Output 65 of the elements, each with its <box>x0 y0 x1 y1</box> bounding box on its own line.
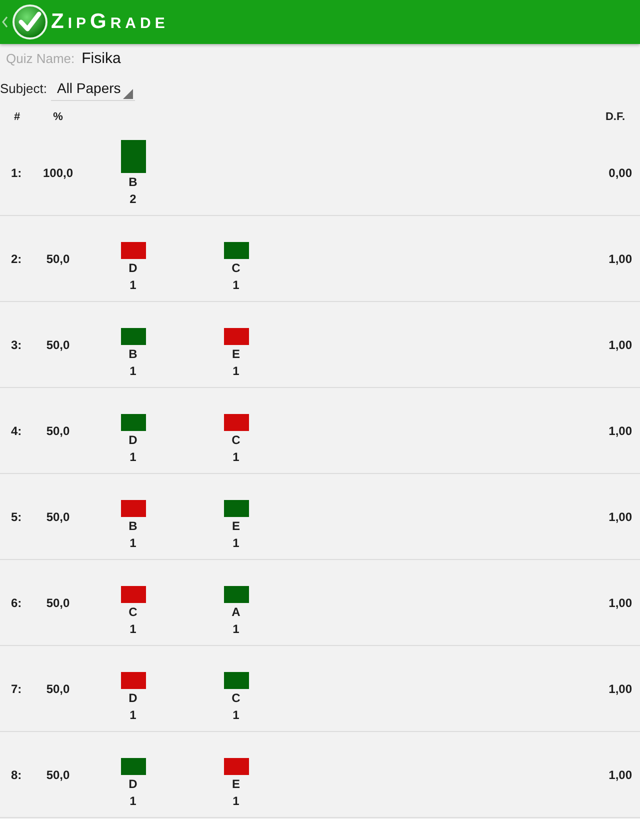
check-logo-icon <box>12 4 48 40</box>
question-number: 2: <box>11 250 23 268</box>
answer-letter: C <box>128 604 138 621</box>
percent-correct: 50,0 <box>45 766 71 784</box>
discrimination-factor: 0,00 <box>608 164 632 182</box>
answer-count: 1 <box>232 707 240 724</box>
subject-dropdown[interactable]: All Papers <box>50 77 135 101</box>
discrimination-factor: 1,00 <box>608 422 632 440</box>
percent-correct: 50,0 <box>45 336 71 354</box>
discrimination-factor: 1,00 <box>608 594 632 612</box>
answer-count: 1 <box>130 363 136 380</box>
percent-correct: 50,0 <box>45 680 71 698</box>
dropdown-corner-icon <box>122 89 133 99</box>
question-number: 6: <box>11 594 23 612</box>
subject-label: Subject: <box>0 80 47 98</box>
question-number: 1: <box>11 164 23 182</box>
answer-letter: D <box>128 690 138 707</box>
answer-letter: B <box>128 518 138 535</box>
answer-count: 1 <box>130 621 136 638</box>
answer-count: 1 <box>232 277 240 294</box>
percent-correct: 100,0 <box>42 164 74 182</box>
answer-letter: D <box>128 776 138 793</box>
column-header: % <box>52 110 64 125</box>
question-number: 8: <box>11 766 23 784</box>
question-number: 3: <box>11 336 23 354</box>
quiz-name-label: Quiz Name: <box>6 50 75 68</box>
column-header: D.F. <box>605 110 625 125</box>
question-number: 4: <box>11 422 23 440</box>
answer-count: 1 <box>130 277 136 294</box>
question-number: 5: <box>11 508 23 526</box>
column-header: # <box>12 110 22 125</box>
answer-letter: C <box>232 432 240 449</box>
answer-count: 1 <box>130 449 136 466</box>
discrimination-factor: 1,00 <box>608 250 632 268</box>
percent-correct: 50,0 <box>45 594 71 612</box>
percent-correct: 50,0 <box>45 250 71 268</box>
answer-letter: C <box>232 690 240 707</box>
answer-count: 2 <box>130 191 136 208</box>
discrimination-factor: 1,00 <box>608 680 632 698</box>
answer-count: 1 <box>232 621 240 638</box>
back-icon[interactable] <box>2 16 8 28</box>
answer-count: 1 <box>130 793 136 810</box>
answer-letter: B <box>128 174 138 191</box>
percent-correct: 50,0 <box>45 508 71 526</box>
answer-letter: D <box>128 432 138 449</box>
answer-letter: E <box>232 776 240 793</box>
answer-letter: C <box>232 260 240 277</box>
answer-count: 1 <box>232 793 240 810</box>
answer-letter: E <box>232 346 240 363</box>
answer-letter: D <box>128 260 138 277</box>
discrimination-factor: 1,00 <box>608 766 632 784</box>
question-number: 7: <box>11 680 23 698</box>
quiz-name-value: Fisika <box>82 48 121 69</box>
answer-letter: A <box>232 604 240 621</box>
discrimination-factor: 1,00 <box>608 508 632 526</box>
answer-count: 1 <box>232 363 240 380</box>
app-title: ZipGrade <box>51 9 169 36</box>
discrimination-factor: 1,00 <box>608 336 632 354</box>
answer-count: 1 <box>130 707 136 724</box>
percent-correct: 50,0 <box>45 422 71 440</box>
answer-count: 1 <box>232 449 240 466</box>
answer-count: 1 <box>232 535 240 552</box>
answer-letter: E <box>232 518 240 535</box>
answer-letter: B <box>128 346 138 363</box>
answer-count: 1 <box>130 535 136 552</box>
